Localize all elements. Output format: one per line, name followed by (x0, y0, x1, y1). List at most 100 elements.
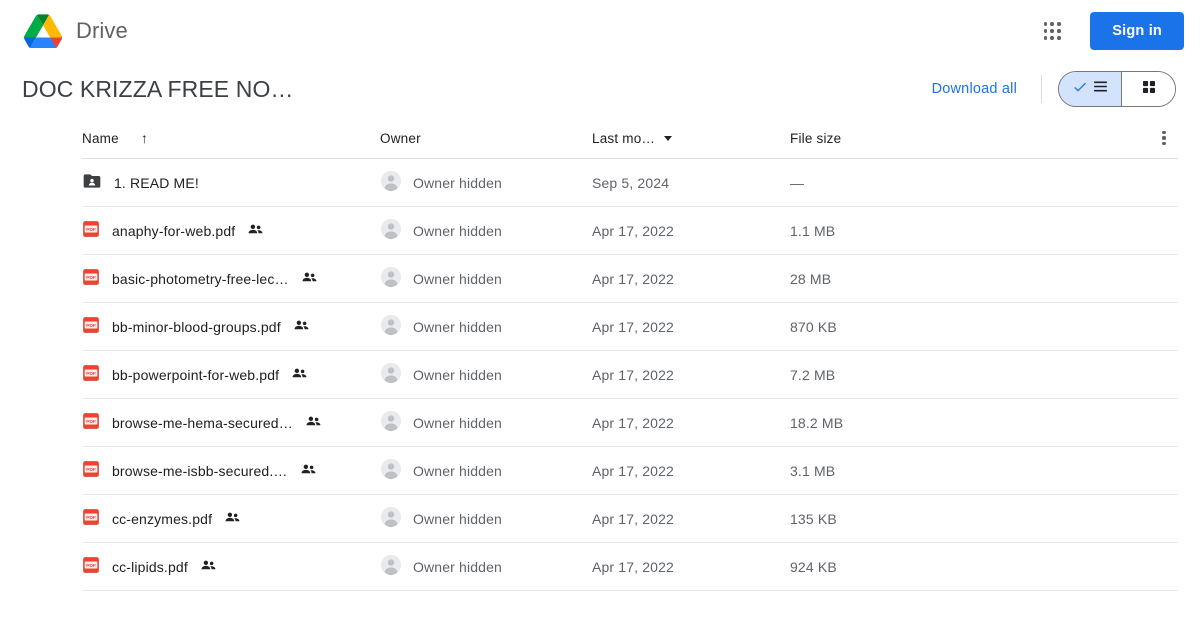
cell-file-name[interactable]: PDF cc-enzymes.pdf (82, 508, 380, 529)
cell-file-size: 1.1 MB (790, 222, 836, 239)
svg-text:PDF: PDF (86, 371, 96, 377)
file-name-label: cc-lipids.pdf (112, 558, 188, 575)
file-name-label: anaphy-for-web.pdf (112, 222, 236, 239)
table-row[interactable]: PDF cc-lipids.pdf Owner hidden Apr 17, 2022… (82, 543, 1178, 591)
column-header-file-size[interactable]: File size (790, 118, 1178, 158)
cell-file-size: 18.2 MB (790, 414, 844, 431)
shared-people-icon (247, 221, 264, 241)
cell-last-modified: Apr 17, 2022 (592, 558, 674, 575)
svg-text:PDF: PDF (86, 419, 96, 425)
titlebar-actions: Download all (922, 71, 1176, 107)
avatar (380, 506, 402, 531)
cell-file-name[interactable]: PDF bb-minor-blood-groups.pdf (82, 316, 380, 337)
svg-text:PDF: PDF (86, 323, 96, 329)
shared-people-icon (301, 269, 318, 289)
owner-label: Owner hidden (413, 366, 502, 383)
chevron-down-icon (664, 135, 673, 141)
table-row[interactable]: PDF basic-photometry-free-lec… Owner hidde… (82, 255, 1178, 303)
cell-file-name[interactable]: PDF cc-lipids.pdf (82, 556, 380, 577)
owner-label: Owner hidden (413, 510, 502, 527)
cell-file-size: 3.1 MB (790, 462, 836, 479)
view-mode-toggle (1058, 71, 1176, 107)
table-row[interactable]: PDF anaphy-for-web.pdf Owner hidden Apr 17,… (82, 207, 1178, 255)
cell-file-size: 924 KB (790, 558, 837, 575)
table-row[interactable]: 1. READ ME! Owner hidden Sep 5, 2024 — (82, 159, 1178, 207)
column-header-name-label: Name (82, 130, 119, 146)
column-header-owner-label: Owner (380, 130, 421, 146)
sign-in-button[interactable]: Sign in (1090, 12, 1184, 50)
svg-text:PDF: PDF (86, 467, 96, 473)
cell-file-name[interactable]: PDF basic-photometry-free-lec… (82, 268, 380, 289)
document-titlebar: DOC KRIZZA FREE NO… Download all (0, 62, 1200, 118)
cell-last-modified: Apr 17, 2022 (592, 366, 674, 383)
table-row[interactable]: PDF bb-minor-blood-groups.pdf Owner hidden… (82, 303, 1178, 351)
cell-file-size: 135 KB (790, 510, 837, 527)
column-header-name[interactable]: Name ↑ (82, 118, 380, 158)
cell-owner: Owner hidden (380, 506, 592, 531)
google-drive-logo-icon (24, 14, 62, 48)
grid-view-icon (1141, 79, 1157, 100)
cell-file-name[interactable]: PDF browse-me-hema-secured… (82, 412, 380, 433)
shared-people-icon (224, 509, 241, 529)
grid-view-button[interactable] (1121, 72, 1175, 106)
file-name-label: bb-powerpoint-for-web.pdf (112, 366, 280, 383)
pdf-file-icon: PDF (82, 508, 100, 529)
cell-file-name[interactable]: PDF browse-me-isbb-secured.… (82, 460, 380, 481)
avatar (380, 218, 402, 243)
cell-owner: Owner hidden (380, 170, 592, 195)
cell-last-modified: Apr 17, 2022 (592, 510, 674, 527)
owner-label: Owner hidden (413, 558, 502, 575)
pdf-file-icon: PDF (82, 556, 100, 577)
shared-folder-icon (82, 171, 102, 194)
cell-file-name[interactable]: 1. READ ME! (82, 171, 380, 194)
shared-people-icon (300, 461, 317, 481)
shared-people-icon (200, 557, 217, 577)
owner-label: Owner hidden (413, 174, 502, 191)
check-icon (1072, 79, 1088, 100)
pdf-file-icon: PDF (82, 412, 100, 433)
avatar (380, 362, 402, 387)
svg-text:PDF: PDF (86, 227, 96, 233)
avatar (380, 314, 402, 339)
file-name-label: cc-enzymes.pdf (112, 510, 213, 527)
cell-file-size: 28 MB (790, 270, 832, 287)
file-name-label: 1. READ ME! (114, 174, 199, 191)
cell-last-modified: Apr 17, 2022 (592, 414, 674, 431)
owner-label: Owner hidden (413, 462, 502, 479)
cell-owner: Owner hidden (380, 314, 592, 339)
apps-grid-icon[interactable] (1032, 11, 1072, 51)
avatar (380, 266, 402, 291)
avatar (380, 554, 402, 579)
cell-file-size: 7.2 MB (790, 366, 836, 383)
table-row[interactable]: PDF cc-enzymes.pdf Owner hidden Apr 17, 202… (82, 495, 1178, 543)
avatar (380, 458, 402, 483)
column-header-last-modified[interactable]: Last mo… (592, 118, 790, 158)
cell-file-name[interactable]: PDF anaphy-for-web.pdf (82, 220, 380, 241)
cell-last-modified: Apr 17, 2022 (592, 462, 674, 479)
cell-owner: Owner hidden (380, 362, 592, 387)
column-header-owner[interactable]: Owner (380, 118, 592, 158)
cell-file-size: — (790, 174, 805, 191)
list-view-button[interactable] (1059, 72, 1121, 106)
brand-name: Drive (76, 18, 128, 43)
table-header-row: Name ↑ Owner Last mo… File size (82, 118, 1178, 159)
table-row[interactable]: PDF browse-me-isbb-secured.… Owner hidden A… (82, 447, 1178, 495)
table-row[interactable]: PDF browse-me-hema-secured… Owner hidden Ap… (82, 399, 1178, 447)
table-row[interactable]: PDF bb-powerpoint-for-web.pdf Owner hidden… (82, 351, 1178, 399)
file-name-label: browse-me-hema-secured… (112, 414, 293, 431)
avatar (380, 410, 402, 435)
file-list: Name ↑ Owner Last mo… File size 1. READ … (0, 118, 1200, 591)
pdf-file-icon: PDF (82, 316, 100, 337)
column-header-last-modified-label: Last mo… (592, 130, 656, 146)
download-all-button[interactable]: Download all (922, 73, 1027, 105)
apps-grid-dots (1043, 22, 1061, 40)
arrow-up-icon: ↑ (140, 130, 149, 146)
brand-area[interactable]: Drive (24, 14, 128, 48)
pdf-file-icon: PDF (82, 220, 100, 241)
list-view-icon (1092, 78, 1109, 100)
owner-label: Owner hidden (413, 318, 502, 335)
app-header: Drive Sign in (0, 0, 1200, 62)
more-vertical-icon[interactable] (1150, 124, 1178, 152)
page-title: DOC KRIZZA FREE NO… (22, 75, 294, 102)
cell-file-name[interactable]: PDF bb-powerpoint-for-web.pdf (82, 364, 380, 385)
